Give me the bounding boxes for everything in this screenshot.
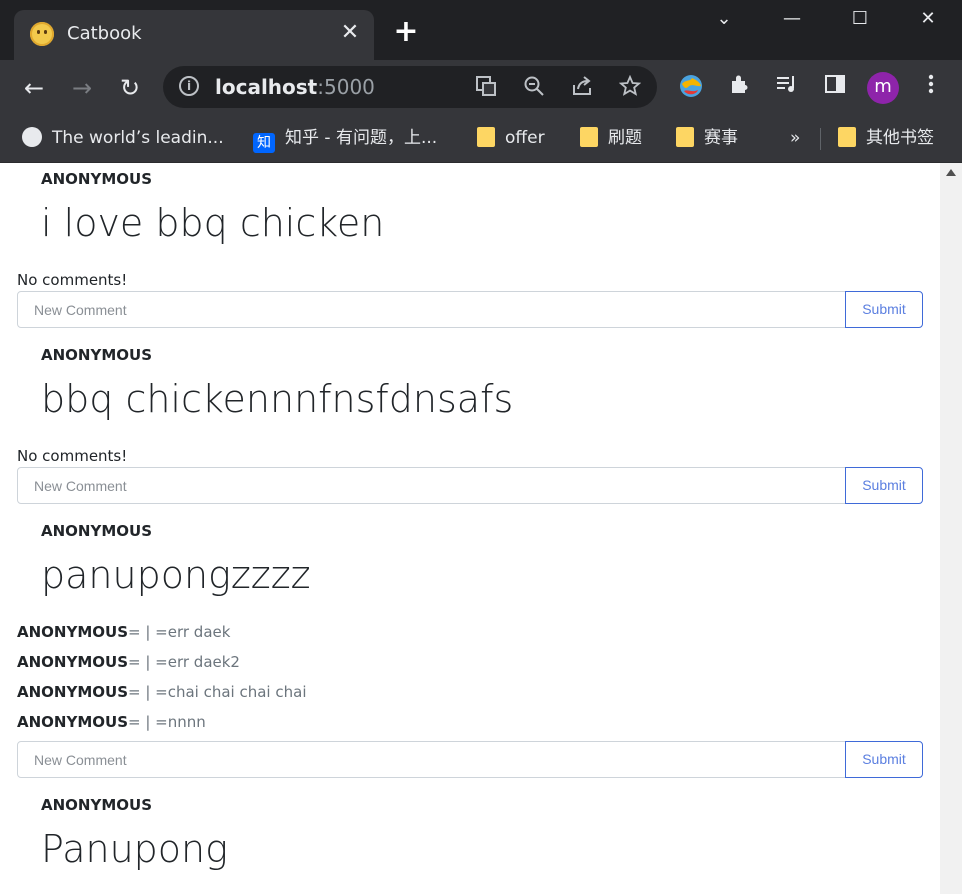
story-author[interactable]: ANONYMOUS [41, 522, 152, 540]
browser-tab-catbook[interactable]: Catbook ✕ [14, 10, 374, 60]
comment-author[interactable]: ANONYMOUS [17, 653, 128, 671]
zoom-icon[interactable] [521, 75, 547, 99]
comment-text: = | =nnnn [128, 713, 206, 731]
page-viewport: ANONYMOUS i love bbq chicken No comments… [0, 163, 940, 894]
close-window-button[interactable]: ✕ [908, 6, 948, 32]
extensions-puzzle-icon[interactable] [724, 73, 754, 103]
comment-item: ANONYMOUS= | =nnnn [17, 713, 206, 731]
url-port: :5000 [317, 75, 375, 99]
story-content: i love bbq chicken [41, 201, 385, 245]
extension-globe-icon[interactable] [676, 73, 706, 103]
cat-favicon-icon [30, 22, 54, 46]
folder-icon [676, 127, 694, 147]
comment-item: ANONYMOUS= | =err daek [17, 623, 230, 641]
new-comment-field[interactable] [17, 291, 850, 328]
tab-title: Catbook [67, 23, 142, 44]
url-host: localhost [215, 75, 318, 99]
zhihu-icon: 知 [253, 133, 275, 153]
bookmark-github[interactable]: The world’s leadin... [22, 126, 224, 150]
translate-icon[interactable] [473, 75, 499, 99]
url-text[interactable]: localhost:5000 [215, 75, 375, 99]
bookmarks-divider [820, 128, 821, 150]
comment-item: ANONYMOUS= | =chai chai chai chai [17, 683, 306, 701]
bookmark-label: The world’s leadin... [52, 128, 224, 148]
share-icon[interactable] [569, 75, 595, 99]
submit-button[interactable]: Submit [845, 291, 923, 328]
side-panel-icon[interactable] [820, 73, 850, 103]
no-comments-text: No comments! [17, 447, 128, 465]
story-content: panupongzzzz [41, 553, 311, 597]
bookmarks-bar: The world’s leadin... 知知乎 - 有问题，上... off… [0, 116, 962, 163]
new-tab-button[interactable]: + [392, 17, 420, 47]
github-icon [22, 127, 42, 147]
story-author[interactable]: ANONYMOUS [41, 346, 152, 364]
bookmark-offer[interactable]: offer [477, 126, 545, 150]
story-content: Panupong [41, 827, 228, 871]
comment-item: ANONYMOUS= | =err daek2 [17, 653, 240, 671]
new-comment-field[interactable] [17, 467, 850, 504]
story-author[interactable]: ANONYMOUS [41, 170, 152, 188]
folder-icon [838, 127, 856, 147]
comment-author[interactable]: ANONYMOUS [17, 713, 128, 731]
bookmarks-overflow-button[interactable]: » [790, 126, 800, 150]
submit-button[interactable]: Submit [845, 467, 923, 504]
vertical-scrollbar[interactable] [940, 163, 962, 894]
comment-author[interactable]: ANONYMOUS [17, 683, 128, 701]
maximize-button[interactable]: ☐ [840, 6, 880, 32]
bookmark-label: 其他书签 [866, 128, 934, 148]
story-content: bbq chickennnfnsfdnsafs [41, 377, 514, 421]
bookmark-saishi[interactable]: 赛事 [676, 126, 738, 150]
media-queue-icon[interactable] [772, 73, 802, 103]
scroll-up-arrow-icon[interactable] [946, 169, 956, 176]
bookmark-label: 赛事 [704, 128, 738, 148]
folder-icon [477, 127, 495, 147]
reload-button[interactable]: ↻ [115, 74, 145, 102]
new-comment-field[interactable] [17, 741, 850, 778]
new-comment-input[interactable] [18, 742, 850, 777]
bookmark-label: 刷题 [608, 128, 642, 148]
tab-search-icon[interactable]: ⌄ [704, 6, 744, 32]
title-bar: Catbook ✕ + ⌄ — ☐ ✕ [0, 0, 962, 60]
minimize-button[interactable]: — [772, 6, 812, 32]
folder-icon [580, 127, 598, 147]
bookmark-zhihu[interactable]: 知知乎 - 有问题，上... [253, 126, 438, 153]
no-comments-text: No comments! [17, 271, 128, 289]
comment-text: = | =chai chai chai chai [128, 683, 307, 701]
bookmark-label: 知乎 - 有问题，上... [285, 128, 438, 148]
story-author[interactable]: ANONYMOUS [41, 796, 152, 814]
profile-avatar[interactable]: m [867, 72, 899, 104]
comment-text: = | =err daek2 [128, 653, 240, 671]
comment-author[interactable]: ANONYMOUS [17, 623, 128, 641]
forward-button[interactable]: → [67, 74, 97, 102]
submit-button[interactable]: Submit [845, 741, 923, 778]
new-comment-input[interactable] [18, 468, 850, 503]
back-button[interactable]: ← [19, 74, 49, 102]
address-bar[interactable]: i localhost:5000 [163, 66, 657, 108]
bookmark-label: offer [505, 128, 545, 148]
comment-text: = | =err daek [128, 623, 231, 641]
bookmark-shuati[interactable]: 刷题 [580, 126, 642, 150]
bookmark-star-icon[interactable] [617, 74, 643, 99]
site-info-icon[interactable]: i [179, 76, 199, 96]
menu-kebab-icon[interactable] [916, 73, 946, 103]
new-comment-input[interactable] [18, 292, 850, 327]
browser-toolbar: ← → ↻ i localhost:5000 m [0, 60, 962, 116]
tab-close-icon[interactable]: ✕ [338, 19, 362, 47]
bookmark-other[interactable]: 其他书签 [838, 126, 934, 150]
